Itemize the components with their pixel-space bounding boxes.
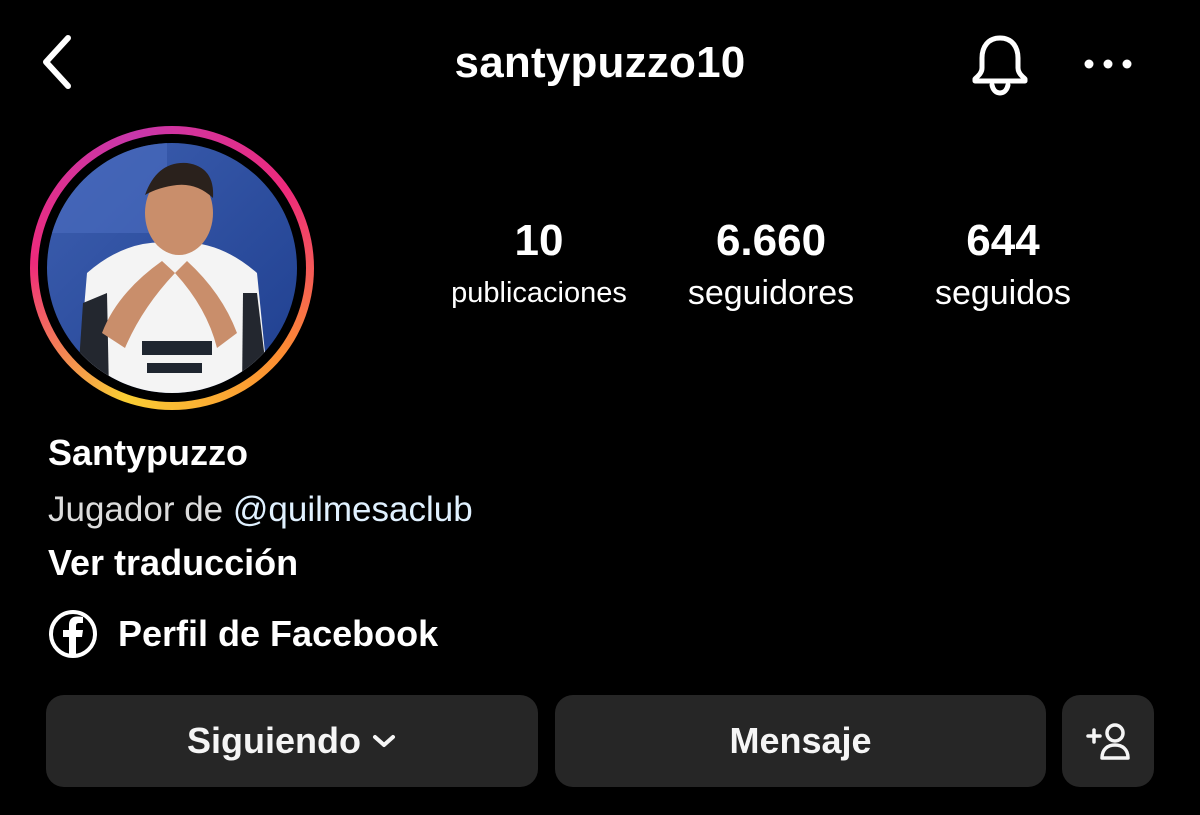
followers-count: 6.660: [715, 216, 827, 265]
suggest-users-button[interactable]: [1062, 695, 1154, 787]
posts-label: publicaciones: [451, 277, 627, 309]
profile-display-name: Santypuzzo: [48, 432, 249, 473]
more-options-button[interactable]: [1078, 40, 1138, 88]
chevron-down-icon: [371, 732, 397, 750]
facebook-profile-label: Perfil de Facebook: [118, 613, 439, 654]
facebook-profile-link[interactable]: Perfil de Facebook: [48, 608, 438, 660]
posts-stat[interactable]: 10 publicaciones: [436, 214, 642, 318]
message-button-label: Mensaje: [729, 720, 872, 761]
add-user-icon: [1086, 723, 1130, 760]
avatar-ring-gap: [38, 134, 306, 402]
bell-icon: [972, 35, 1028, 96]
following-button[interactable]: Siguiendo: [46, 695, 538, 787]
facebook-icon: [49, 610, 97, 658]
back-button[interactable]: [30, 30, 82, 94]
message-button[interactable]: Mensaje: [555, 695, 1046, 787]
notifications-button[interactable]: [966, 30, 1034, 98]
more-horizontal-icon: [1084, 59, 1132, 69]
followers-stat[interactable]: 6.660 seguidores: [662, 214, 880, 318]
posts-count: 10: [514, 216, 564, 265]
following-count: 644: [966, 216, 1040, 265]
profile-username-title: santypuzzo10: [454, 38, 746, 87]
following-stat[interactable]: 644 seguidos: [910, 214, 1096, 318]
bio-mention-link[interactable]: @quilmesaclub: [233, 490, 473, 529]
see-translation-link[interactable]: Ver traducción: [48, 542, 298, 584]
profile-avatar[interactable]: [30, 126, 314, 410]
following-button-label: Siguiendo: [187, 720, 361, 761]
chevron-left-icon: [43, 35, 71, 89]
bio-prefix: Jugador de: [48, 490, 233, 529]
followers-label: seguidores: [687, 274, 855, 312]
following-label: seguidos: [934, 274, 1072, 312]
profile-bio: Jugador de @quilmesaclub: [48, 490, 473, 530]
avatar-photo: [47, 143, 297, 393]
